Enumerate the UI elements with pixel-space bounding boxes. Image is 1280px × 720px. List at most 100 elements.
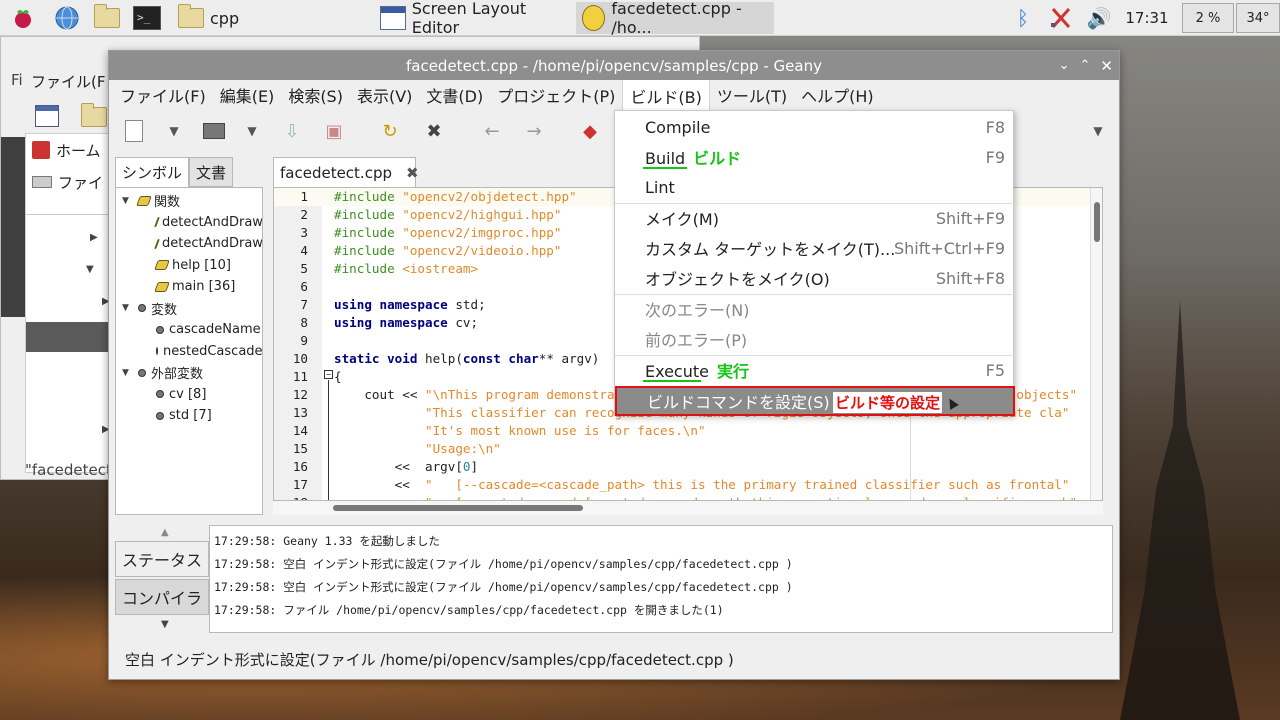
menu-item-make-custom-target[interactable]: カスタム ターゲットをメイク(T)... Shift+Ctrl+F9 bbox=[615, 233, 1015, 263]
file-manager-icon[interactable] bbox=[92, 3, 122, 33]
folder-icon bbox=[178, 4, 204, 28]
menu-item-set-build-commands[interactable]: ビルドコマンドを設定(S) ビルド等の設定 bbox=[615, 386, 1015, 416]
new-file-icon[interactable] bbox=[121, 118, 147, 144]
tree-collapse-icon[interactable]: ▼ bbox=[122, 196, 132, 206]
variable-dot-icon bbox=[138, 368, 146, 377]
menu-help[interactable]: ヘルプ(H) bbox=[794, 79, 881, 111]
vertical-scroll-thumb[interactable] bbox=[1094, 202, 1100, 242]
browser-globe-icon[interactable] bbox=[52, 3, 82, 33]
tab-symbols[interactable]: シンボル bbox=[115, 157, 190, 187]
menu-item-compile[interactable]: Compile F8 bbox=[615, 112, 1015, 142]
menu-document[interactable]: 文書(D) bbox=[419, 79, 490, 111]
line-number: 17 bbox=[292, 477, 308, 492]
raspberry-menu-icon[interactable] bbox=[8, 3, 38, 33]
tree-item[interactable]: detectAndDraw bbox=[116, 233, 262, 255]
tree-collapse-icon[interactable]: ▼ bbox=[122, 368, 132, 378]
fm-menu-fi[interactable]: Fi bbox=[11, 71, 23, 89]
menu-search[interactable]: 検索(S) bbox=[281, 79, 350, 111]
toolbar-overflow-icon[interactable]: ▼ bbox=[1085, 118, 1111, 144]
cpu-monitor[interactable]: 2 % bbox=[1182, 3, 1234, 33]
fm-home-item[interactable]: ホーム bbox=[26, 134, 114, 166]
tree-item-label: cascadeName bbox=[169, 322, 261, 338]
msg-scroll-down-icon[interactable]: ▼ bbox=[161, 619, 169, 630]
tree-item-label: 外部変数 bbox=[151, 367, 204, 383]
compile-icon[interactable]: ◆ bbox=[577, 118, 603, 144]
fm-menu-file[interactable]: ファイル(F bbox=[31, 71, 105, 92]
fm-tree-expander[interactable]: ▶ bbox=[90, 232, 98, 243]
tree-item[interactable]: std [7] bbox=[116, 405, 262, 427]
bluetooth-icon[interactable]: ᛒ bbox=[1010, 0, 1036, 36]
fm-selected-row[interactable] bbox=[26, 322, 114, 352]
menu-view[interactable]: 表示(V) bbox=[350, 79, 419, 111]
line-number: 4 bbox=[300, 243, 308, 258]
tree-group[interactable]: ▼ 関数 bbox=[116, 190, 262, 212]
clock[interactable]: 17:31 bbox=[1122, 0, 1172, 36]
editor-horizontal-scrollbar[interactable] bbox=[273, 501, 1103, 515]
fm-dark-strip bbox=[1, 137, 25, 317]
task-geany[interactable]: facedetect.cpp - /ho... bbox=[576, 0, 774, 37]
back-icon[interactable]: ← bbox=[479, 118, 505, 144]
fm-tree-collapser[interactable]: ▼ bbox=[86, 264, 94, 275]
tree-item[interactable]: cv [8] bbox=[116, 384, 262, 406]
menu-item-build[interactable]: Build ビルド F9 bbox=[615, 142, 1015, 172]
menu-item-previous-error: 前のエラー(P) bbox=[645, 331, 748, 350]
volume-icon[interactable]: 🔊 bbox=[1084, 0, 1114, 36]
tab-close-icon[interactable]: ✖ bbox=[406, 164, 419, 182]
save-icon[interactable]: ⇩ bbox=[279, 118, 305, 144]
menu-edit[interactable]: 編集(E) bbox=[213, 79, 282, 111]
variable-dot-icon bbox=[156, 325, 164, 334]
line-number: 12 bbox=[292, 387, 308, 402]
tree-item[interactable]: help [10] bbox=[116, 255, 262, 277]
menu-item-lint[interactable]: Lint bbox=[615, 172, 1015, 202]
network-disconnected-icon[interactable] bbox=[1046, 0, 1076, 36]
revert-icon[interactable]: ↻ bbox=[377, 118, 403, 144]
tree-item[interactable]: cascadeName bbox=[116, 319, 262, 341]
tree-group[interactable]: ▼ 外部変数 bbox=[116, 362, 262, 384]
forward-icon[interactable]: → bbox=[521, 118, 547, 144]
menu-item-execute[interactable]: Execute 実行 F5 bbox=[615, 355, 1015, 385]
open-file-icon[interactable] bbox=[201, 118, 227, 144]
horizontal-scroll-thumb[interactable] bbox=[333, 505, 583, 511]
variable-dot-icon bbox=[156, 411, 164, 420]
code-text: #include <iostream> bbox=[334, 261, 479, 276]
temperature-monitor[interactable]: 34° bbox=[1236, 3, 1280, 33]
tab-status[interactable]: ステータス bbox=[115, 541, 209, 577]
task-cpp[interactable]: cpp bbox=[172, 2, 368, 34]
msg-scroll-up-icon[interactable]: ▲ bbox=[161, 527, 169, 538]
maximize-icon[interactable]: ⌃ bbox=[1080, 58, 1091, 73]
status-messages[interactable]: 17:29:58: Geany 1.33 を起動しました 17:29:58: 空… bbox=[209, 525, 1113, 633]
menu-file[interactable]: ファイル(F) bbox=[113, 79, 213, 111]
tree-group[interactable]: ▼ 変数 bbox=[116, 298, 262, 320]
open-file-dropdown-icon[interactable]: ▼ bbox=[239, 118, 265, 144]
editor-tab-facedetect[interactable]: facedetect.cpp ✖ bbox=[273, 157, 419, 187]
task-screen-layout-editor[interactable]: Screen Layout Editor bbox=[374, 0, 570, 37]
tree-item[interactable]: detectAndDraw bbox=[116, 212, 262, 234]
tree-item-label: detectAndDraw bbox=[162, 236, 263, 252]
code-text: << argv[0] bbox=[334, 459, 479, 474]
menu-tools[interactable]: ツール(T) bbox=[710, 79, 794, 111]
close-file-icon[interactable]: ✖ bbox=[421, 118, 447, 144]
tab-documents[interactable]: 文書 bbox=[189, 157, 234, 187]
menu-build[interactable]: ビルド(B) bbox=[622, 78, 710, 112]
editor-vertical-scrollbar[interactable] bbox=[1090, 188, 1102, 500]
fm-filesystem-item[interactable]: ファイ bbox=[26, 166, 114, 198]
close-icon[interactable]: ✕ bbox=[1100, 57, 1113, 75]
minimize-icon[interactable]: ⌄ bbox=[1059, 58, 1070, 73]
terminal-icon[interactable]: >_ bbox=[132, 3, 162, 33]
code-line: 16 << argv[0] bbox=[274, 458, 1102, 476]
code-text: "It's most known use is for faces.\n" bbox=[425, 423, 706, 438]
menu-item-make-object[interactable]: オブジェクトをメイク(O) Shift+F8 bbox=[615, 263, 1015, 293]
fold-marker-icon[interactable]: − bbox=[324, 370, 333, 379]
new-file-dropdown-icon[interactable]: ▼ bbox=[161, 118, 187, 144]
fm-new-folder-icon[interactable] bbox=[81, 103, 107, 127]
menu-item-make[interactable]: メイク(M) Shift+F9 bbox=[615, 203, 1015, 233]
fm-new-window-icon[interactable] bbox=[35, 105, 59, 127]
tree-item[interactable]: nestedCascade bbox=[116, 341, 262, 363]
tree-item[interactable]: main [36] bbox=[116, 276, 262, 298]
function-tag-icon bbox=[136, 195, 152, 206]
title-bar[interactable]: facedetect.cpp - /home/pi/opencv/samples… bbox=[109, 51, 1119, 80]
tree-collapse-icon[interactable]: ▼ bbox=[122, 303, 132, 313]
save-all-icon[interactable]: ▣ bbox=[321, 118, 347, 144]
menu-project[interactable]: プロジェクト(P) bbox=[490, 79, 622, 111]
tab-compiler[interactable]: コンパイラ bbox=[115, 579, 209, 615]
